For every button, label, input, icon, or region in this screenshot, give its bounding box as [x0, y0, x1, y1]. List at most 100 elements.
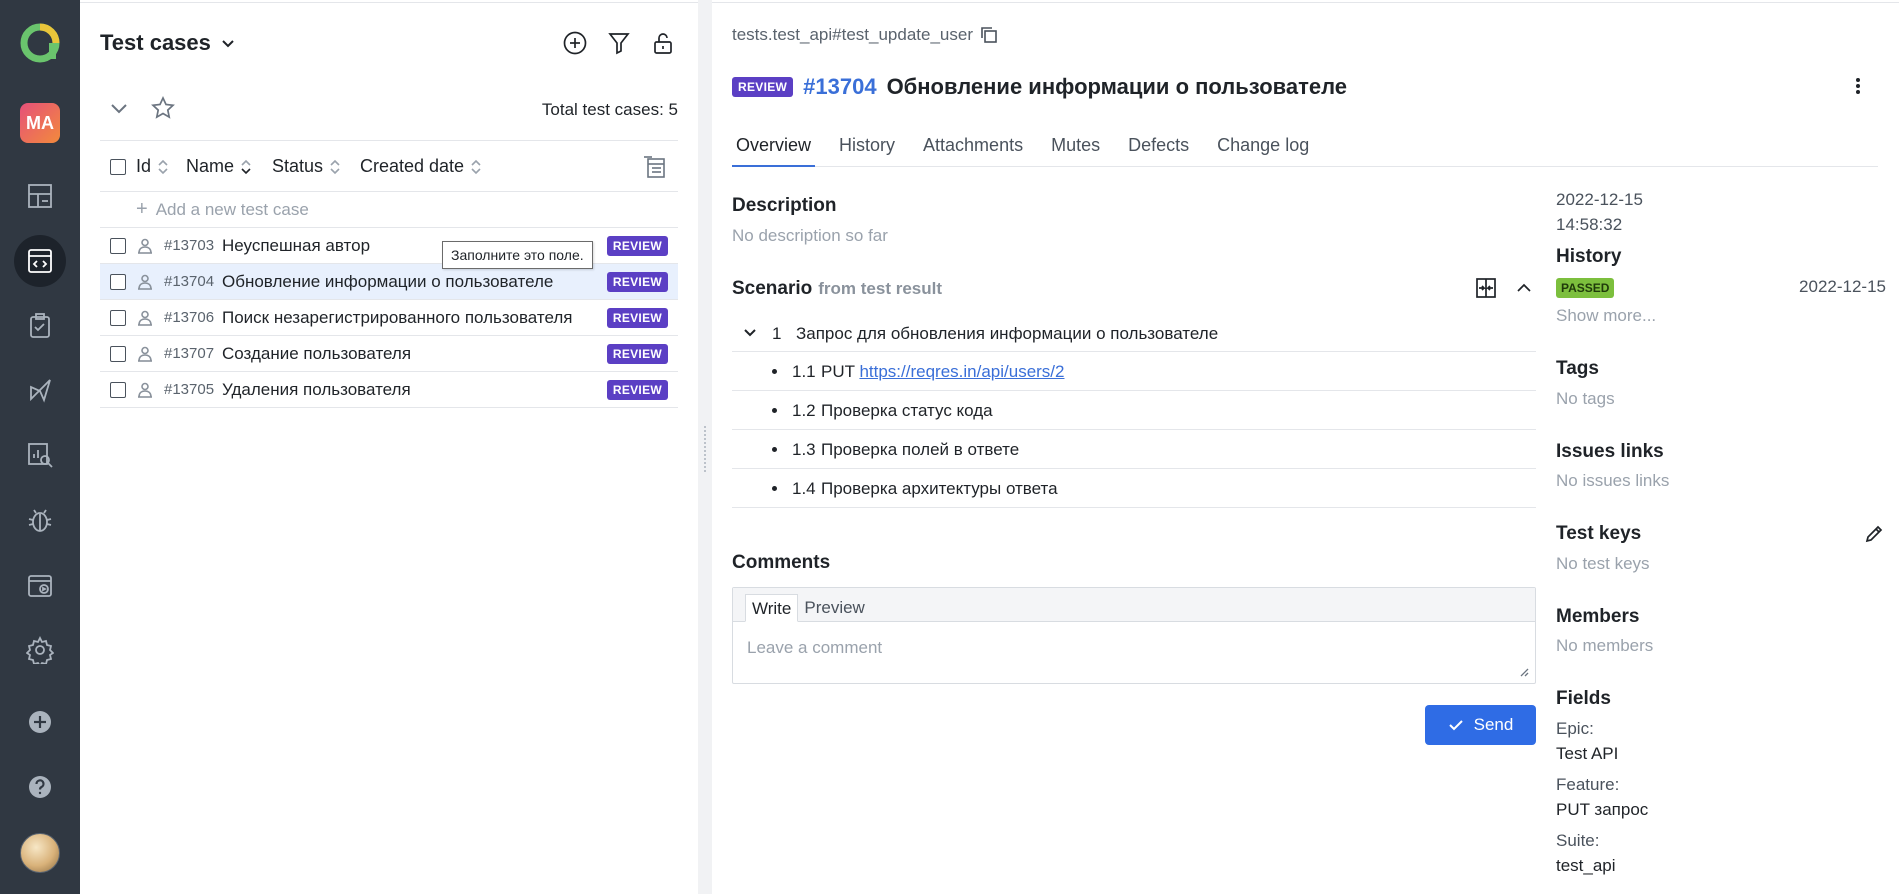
row-checkbox[interactable]: [110, 310, 126, 326]
step-number: 1: [772, 324, 782, 343]
scenario-substep[interactable]: 1.4 Проверка архитектуры ответа: [732, 469, 1536, 508]
test-keys-empty[interactable]: No test keys: [1556, 554, 1650, 574]
plus-icon: +: [136, 198, 148, 220]
tab-attachments[interactable]: Attachments: [919, 133, 1027, 167]
test-case-heading: REVIEW #13704 Обновление информации о по…: [732, 74, 1347, 100]
validation-tooltip: Заполните это поле.: [442, 241, 593, 269]
description-empty[interactable]: No description so far: [732, 226, 888, 246]
tab-mutes[interactable]: Mutes: [1047, 133, 1104, 167]
more-options-icon[interactable]: [1855, 76, 1861, 98]
step-text: PUT https://reqres.in/api/users/2: [821, 362, 1064, 382]
status-badge: REVIEW: [606, 380, 668, 400]
column-created-date[interactable]: Created date: [360, 156, 482, 177]
defects-icon[interactable]: [14, 494, 66, 546]
chevron-down-icon: [222, 40, 234, 48]
issues-empty[interactable]: No issues links: [1556, 471, 1669, 491]
project-avatar[interactable]: MA: [20, 103, 60, 143]
step-text: Проверка статус кода: [821, 401, 993, 420]
status-badge[interactable]: PASSED: [1556, 278, 1615, 298]
chevron-down-icon[interactable]: [742, 325, 758, 341]
history-date: 2022-12-15: [1799, 277, 1886, 296]
manual-test-icon: [138, 346, 152, 362]
add-circle-icon[interactable]: [562, 30, 588, 56]
settings-icon[interactable]: [14, 624, 66, 676]
test-cases-icon[interactable]: [14, 235, 66, 287]
field-key-feature: Feature:: [1556, 775, 1620, 794]
column-name-label: Name: [186, 156, 235, 176]
scenario-title-text: Scenario: [732, 278, 813, 299]
row-checkbox[interactable]: [110, 346, 126, 362]
chevron-up-icon[interactable]: [1512, 276, 1536, 300]
columns-settings-icon[interactable]: [642, 154, 668, 180]
step-number: 1.2: [792, 401, 816, 420]
launches-icon[interactable]: [14, 364, 66, 416]
row-name: Создание пользователя: [222, 344, 412, 363]
tab-preview[interactable]: Preview: [798, 594, 870, 622]
test-cases-title[interactable]: Test cases: [100, 30, 237, 56]
select-all-checkbox[interactable]: [110, 159, 126, 175]
step-link[interactable]: https://reqres.in/api/users/2: [859, 362, 1064, 381]
help-icon[interactable]: [14, 761, 66, 813]
star-icon[interactable]: [150, 95, 176, 121]
column-created-date-label: Created date: [360, 156, 465, 176]
tab-change-log[interactable]: Change log: [1213, 133, 1313, 167]
add-project-icon[interactable]: [14, 696, 66, 748]
comment-editor: Write Preview Leave a comment: [732, 587, 1536, 684]
scenario-source: from test result: [818, 279, 943, 298]
copy-icon[interactable]: [979, 25, 999, 45]
send-button[interactable]: Send: [1425, 705, 1536, 745]
status-badge: REVIEW: [606, 344, 668, 364]
unlock-icon[interactable]: [650, 30, 676, 56]
row-checkbox[interactable]: [110, 382, 126, 398]
bullet-icon: [772, 486, 777, 491]
column-name[interactable]: Name: [186, 156, 252, 177]
row-checkbox[interactable]: [110, 238, 126, 254]
column-id[interactable]: Id: [136, 156, 169, 177]
table-row[interactable]: #13705 Удаления пользователя REVIEW: [100, 372, 678, 408]
column-status-label: Status: [272, 156, 324, 176]
step-number: 1.4: [792, 479, 816, 498]
test-keys-title: Test keys: [1556, 523, 1642, 544]
issues-title: Issues links: [1556, 441, 1664, 462]
test-plans-icon[interactable]: [14, 300, 66, 352]
step-number: 1.3: [792, 440, 816, 459]
scenario-step[interactable]: 1 Запрос для обновления информации о пол…: [732, 314, 1536, 352]
row-checkbox[interactable]: [110, 274, 126, 290]
scenario-substep[interactable]: 1.1 PUT https://reqres.in/api/users/2: [732, 352, 1536, 391]
analytics-icon[interactable]: [14, 429, 66, 481]
field-value-epic[interactable]: Test API: [1556, 744, 1618, 764]
field-value-feature[interactable]: PUT запрос: [1556, 800, 1648, 820]
user-avatar[interactable]: [20, 833, 60, 873]
table-row[interactable]: #13704 Обновление информации о пользоват…: [100, 264, 678, 300]
members-empty[interactable]: No members: [1556, 636, 1653, 656]
list-subheader: Total test cases: 5: [108, 94, 678, 124]
panel-splitter[interactable]: [698, 0, 712, 894]
dashboard-icon[interactable]: [14, 170, 66, 222]
add-test-case-row[interactable]: + Add a new test case: [100, 192, 678, 228]
scenario-substep[interactable]: 1.3 Проверка полей в ответе: [732, 430, 1536, 469]
import-scenario-icon[interactable]: [1474, 276, 1498, 300]
comment-input[interactable]: Leave a comment: [747, 638, 882, 658]
collapse-chevron-icon[interactable]: [108, 97, 130, 119]
column-status[interactable]: Status: [272, 156, 341, 177]
table-row[interactable]: #13707 Создание пользователя REVIEW: [100, 336, 678, 372]
status-badge: REVIEW: [732, 77, 794, 97]
manual-test-icon: [138, 310, 152, 326]
edit-pencil-icon[interactable]: [1864, 524, 1884, 544]
tab-overview[interactable]: Overview: [732, 133, 816, 167]
field-value-suite[interactable]: test_api: [1556, 856, 1616, 876]
splitter-grip-icon[interactable]: [703, 425, 707, 473]
row-name: Поиск незарегистрированного пользователя: [222, 308, 573, 327]
members-title: Members: [1556, 606, 1640, 627]
tab-history[interactable]: History: [835, 133, 899, 167]
scenario-substep[interactable]: 1.2 Проверка статус кода: [732, 391, 1536, 430]
filter-icon[interactable]: [606, 30, 632, 56]
tags-empty[interactable]: No tags: [1556, 389, 1615, 409]
table-row[interactable]: #13706 Поиск незарегистрированного польз…: [100, 300, 678, 336]
resize-handle-icon[interactable]: [1519, 667, 1529, 677]
tab-defects[interactable]: Defects: [1124, 133, 1193, 167]
tab-write[interactable]: Write: [745, 594, 799, 622]
jobs-icon[interactable]: [14, 559, 66, 611]
show-more-link[interactable]: Show more...: [1556, 306, 1656, 326]
allure-logo-icon[interactable]: [19, 22, 61, 64]
